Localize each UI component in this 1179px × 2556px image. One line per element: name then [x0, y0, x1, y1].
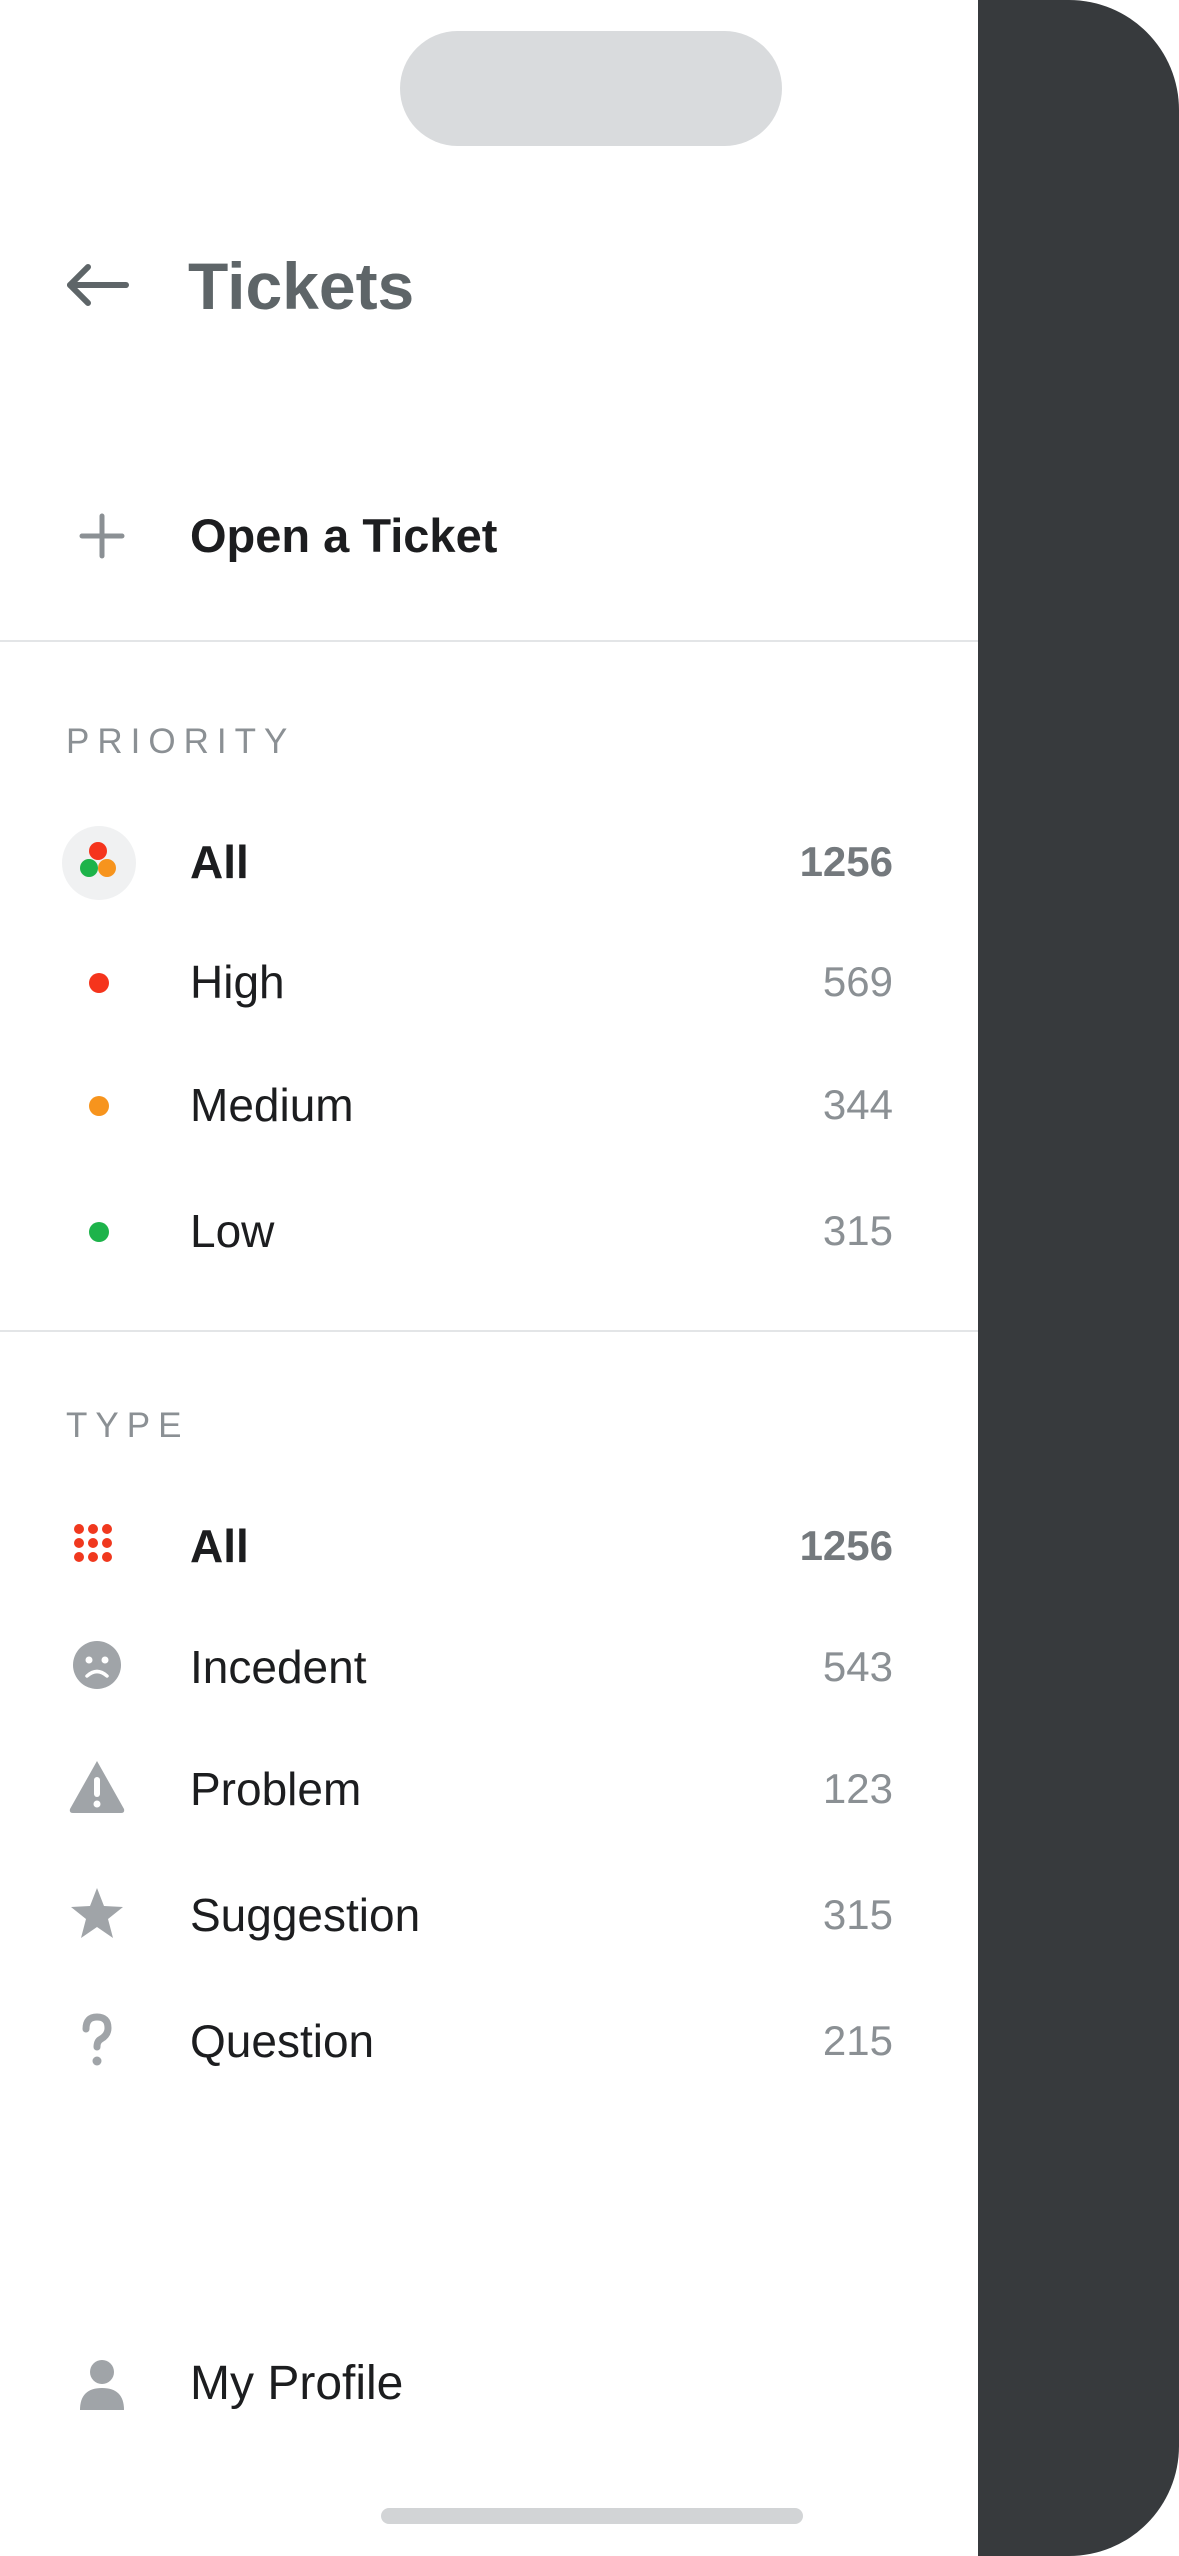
grid-dots-icon	[62, 1510, 136, 1584]
dim-overlay[interactable]	[978, 0, 1179, 2556]
page-title: Tickets	[188, 249, 415, 323]
user-icon	[80, 2360, 124, 2410]
priority-count: 1256	[799, 838, 893, 885]
priority-item-high[interactable]: High 569	[0, 928, 978, 1038]
priority-label: Low	[190, 1205, 275, 1257]
priority-label: Medium	[190, 1079, 354, 1131]
phone-screen: Tickets Open a Ticket PRIORITY All 1256	[0, 0, 1179, 2556]
plus-icon	[79, 513, 125, 559]
my-profile-item[interactable]: My Profile	[0, 2330, 978, 2440]
sad-face-icon	[62, 1631, 136, 1705]
arrow-left-icon	[67, 264, 129, 306]
open-ticket-button[interactable]: Open a Ticket	[0, 470, 978, 600]
type-item-all[interactable]: All 1256	[0, 1492, 978, 1602]
my-profile-label: My Profile	[190, 2357, 404, 2410]
dynamic-island	[400, 31, 782, 146]
type-count: 543	[822, 1643, 893, 1690]
type-item-problem[interactable]: Problem 123	[0, 1735, 978, 1845]
priority-item-medium[interactable]: Medium 344	[0, 1051, 978, 1161]
high-priority-dot-icon	[62, 946, 136, 1020]
all-priorities-icon	[62, 826, 136, 900]
divider	[0, 640, 978, 642]
priority-label: All	[190, 836, 249, 888]
priority-count: 344	[822, 1081, 893, 1128]
back-button[interactable]	[64, 250, 134, 320]
type-label: All	[190, 1520, 249, 1572]
type-count: 315	[822, 1891, 893, 1938]
divider	[0, 1330, 978, 1332]
priority-label: High	[190, 956, 285, 1008]
priority-count: 569	[822, 958, 893, 1005]
type-count: 1256	[799, 1522, 893, 1569]
type-item-incedent[interactable]: Incedent 543	[0, 1613, 978, 1723]
type-label: Problem	[190, 1763, 362, 1815]
type-item-suggestion[interactable]: Suggestion 315	[0, 1861, 978, 1971]
drawer-header: Tickets	[0, 230, 978, 340]
medium-priority-dot-icon	[62, 1069, 136, 1143]
priority-count: 315	[822, 1207, 893, 1254]
warning-icon	[62, 1753, 136, 1827]
navigation-drawer: Tickets Open a Ticket PRIORITY All 1256	[0, 0, 978, 2556]
low-priority-dot-icon	[62, 1195, 136, 1269]
priority-heading: PRIORITY	[66, 722, 296, 761]
type-label: Suggestion	[190, 1889, 421, 1941]
question-icon	[62, 2005, 136, 2079]
home-indicator	[381, 2508, 803, 2524]
type-heading: TYPE	[66, 1406, 190, 1445]
priority-item-all[interactable]: All 1256	[0, 808, 978, 918]
type-item-question[interactable]: Question 215	[0, 1987, 978, 2097]
type-count: 123	[822, 1765, 893, 1812]
type-label: Incedent	[190, 1641, 367, 1693]
star-icon	[62, 1879, 136, 1953]
open-ticket-label: Open a Ticket	[190, 509, 498, 562]
priority-item-low[interactable]: Low 315	[0, 1177, 978, 1287]
type-label: Question	[190, 2015, 375, 2067]
type-count: 215	[822, 2017, 893, 2064]
